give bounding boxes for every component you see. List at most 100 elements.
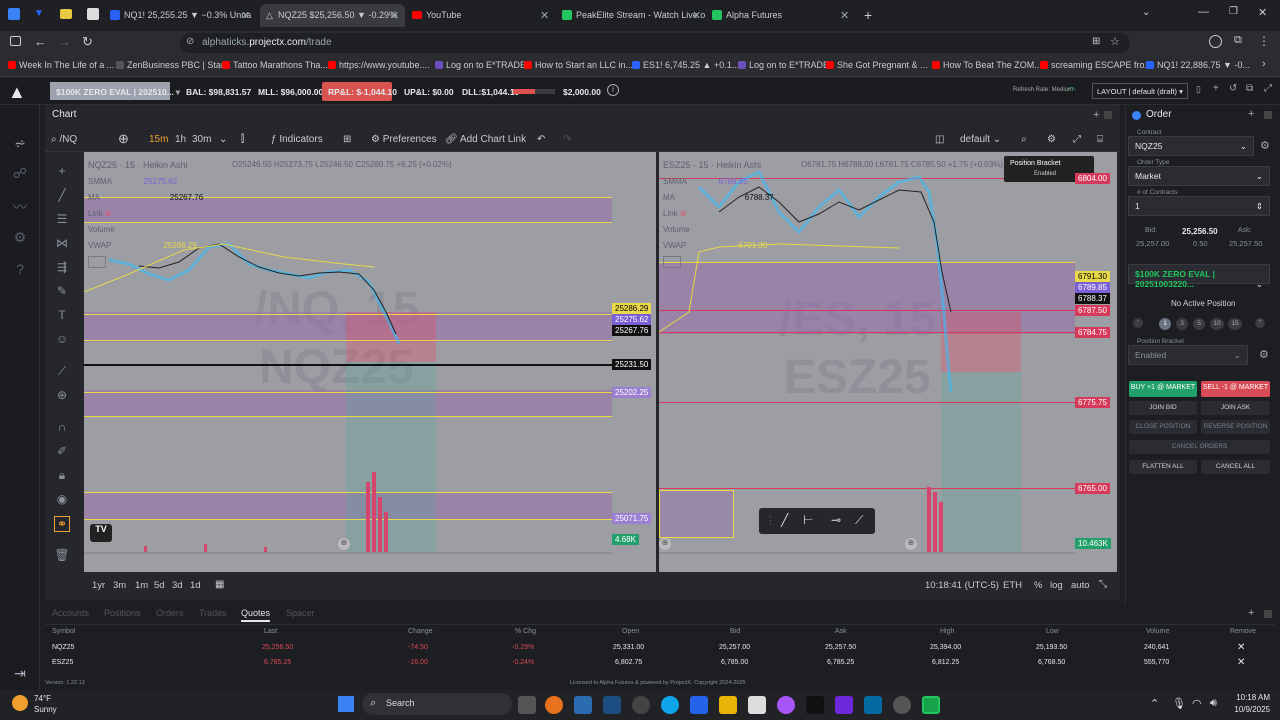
bookmark-item[interactable]: Log on to E*TRADE — [435, 60, 526, 70]
collapse-legend-icon[interactable] — [88, 256, 106, 268]
add-chart-link-button[interactable]: 🔗︎ Add Chart Link — [445, 134, 526, 145]
add-order-panel-icon[interactable]: + — [1248, 108, 1254, 120]
remove-icon[interactable]: ✕ — [1237, 657, 1245, 668]
popout-icon[interactable]: ⧉ — [1246, 83, 1253, 94]
install-icon[interactable]: ⊞ — [1092, 36, 1100, 47]
buy-market-button[interactable]: BUY +1 @ MARKET — [1129, 381, 1197, 397]
flatten-all-button[interactable]: FLATTEN ALL — [1129, 460, 1197, 474]
forward-icon[interactable]: → — [58, 34, 71, 49]
magnet-icon[interactable]: ∩ — [54, 420, 70, 436]
reverse-position-button[interactable]: REVERSE POSITION — [1201, 420, 1270, 434]
info-icon[interactable]: i — [607, 84, 619, 96]
wifi-icon[interactable]: ◠ — [1192, 697, 1202, 710]
volume-icon[interactable]: 🔊︎ — [1210, 697, 1217, 710]
col-pct-change[interactable]: % Chg — [515, 628, 536, 635]
tab-spacer[interactable]: Spacer — [286, 608, 315, 618]
star-icon[interactable]: ☆ — [1110, 35, 1120, 48]
qty-button[interactable]: 3 — [1176, 318, 1188, 330]
collapse-legend-icon[interactable] — [663, 256, 681, 268]
contracts-input[interactable]: 1 ⇕ — [1128, 196, 1270, 216]
range-5d[interactable]: 5d — [154, 580, 165, 591]
explorer-icon[interactable] — [719, 696, 737, 714]
event-marker-icon[interactable]: ⊕ — [659, 538, 671, 550]
chart-settings-icon[interactable]: ⚙ — [1047, 134, 1056, 145]
tab-alpha-futures[interactable]: Alpha Futures ✕ — [712, 4, 857, 27]
bookmark-item[interactable]: ZenBusiness PBC | Star... — [116, 60, 231, 70]
settings-nav-icon[interactable]: ⚙ — [10, 229, 30, 249]
range-1yr[interactable]: 1yr — [92, 580, 105, 591]
teams-icon[interactable] — [835, 696, 853, 714]
screenshot-icon[interactable]: ⌸ — [1097, 134, 1103, 145]
zoom-icon[interactable]: ⊕ — [54, 388, 70, 404]
auto-toggle[interactable]: auto — [1071, 580, 1090, 591]
trendline-icon[interactable]: ╱ — [54, 188, 70, 204]
join-bid-button[interactable]: JOIN BID — [1129, 401, 1197, 415]
chart-nav-icon[interactable]: ⩫ — [10, 135, 30, 155]
pattern-icon[interactable]: ⋈ — [54, 236, 70, 252]
bookmark-item[interactable]: How To Beat The ZOM... — [932, 60, 1042, 70]
interval-1h[interactable]: 1h — [175, 134, 186, 145]
bookmark-item[interactable]: Week In The Life of a ... — [8, 60, 114, 70]
session-toggle[interactable]: ETH — [1003, 580, 1022, 591]
extended-line-icon[interactable]: ⟋ — [855, 513, 863, 528]
bottom-menu-icon[interactable] — [1264, 610, 1272, 618]
add-tab-icon[interactable]: + — [1248, 607, 1254, 619]
percent-toggle[interactable]: % — [1034, 580, 1042, 591]
symbol-search[interactable]: ⌕ /NQ — [51, 134, 77, 145]
close-position-button[interactable]: CLOSE POSITION — [1129, 420, 1197, 434]
quick-search-icon[interactable]: ⌕ — [1021, 134, 1027, 145]
clock-time[interactable]: 10:18 AM — [1228, 693, 1270, 702]
cancel-orders-button[interactable]: CANCEL ORDERS — [1129, 440, 1270, 454]
weather-sun-icon[interactable] — [12, 695, 28, 711]
interval-15m[interactable]: 15m — [149, 134, 168, 145]
sell-market-button[interactable]: SELL -1 @ MARKET — [1201, 381, 1270, 397]
photos-icon[interactable] — [603, 696, 621, 714]
drag-handle-icon[interactable]: ⋮ — [765, 514, 776, 527]
profile-icon[interactable] — [1209, 35, 1222, 48]
active-app-icon[interactable] — [922, 696, 940, 714]
add-layout-icon[interactable]: + — [1213, 83, 1219, 94]
panel-menu-icon[interactable] — [1104, 111, 1112, 119]
site-info-icon[interactable]: ⊘ — [186, 36, 194, 47]
undo-icon[interactable]: ↶ — [537, 134, 545, 145]
tray-overflow-icon[interactable]: ⌃ — [1150, 697, 1159, 710]
tab-nq1[interactable]: NQ1! 25,255.25 ▼ −0.3% Unna ✕ — [110, 4, 258, 27]
decrement-icon[interactable]: - — [1133, 318, 1143, 328]
lock-icon[interactable]: 🔒︎ — [54, 468, 70, 484]
windows-start-icon[interactable] — [338, 696, 354, 712]
qty-button[interactable]: 15 — [1228, 318, 1242, 330]
mic-icon[interactable]: 🎙︎ — [1172, 697, 1186, 710]
notes-icon[interactable] — [748, 696, 766, 714]
interval-30m[interactable]: 30m — [192, 134, 211, 145]
col-high[interactable]: High — [940, 628, 954, 635]
log-toggle[interactable]: log — [1050, 580, 1063, 591]
col-bid[interactable]: Bid — [730, 628, 740, 635]
bookmark-item[interactable]: ES1! 6,745.25 ▲ +0.1... — [632, 60, 739, 70]
emoji-icon[interactable]: ☺ — [54, 332, 70, 348]
close-icon[interactable]: ✕ — [840, 9, 849, 22]
account-selector[interactable]: $100K ZERO EVAL | 202510... ▾ — [50, 82, 180, 100]
event-marker-icon[interactable]: ⊕ — [338, 538, 350, 550]
compare-icon[interactable]: ⊕ — [118, 131, 129, 147]
cancel-all-button[interactable]: CANCEL ALL — [1201, 460, 1270, 474]
settings-icon[interactable] — [632, 696, 650, 714]
app-icon[interactable] — [893, 696, 911, 714]
range-1m[interactable]: 1m — [135, 580, 148, 591]
range-3d[interactable]: 3d — [172, 580, 183, 591]
col-change[interactable]: Change — [408, 628, 433, 635]
remove-icon[interactable]: ✕ — [1237, 642, 1245, 653]
bracket-select[interactable]: Enabled ⌄ — [1128, 345, 1248, 365]
outlook-icon[interactable] — [864, 696, 882, 714]
crosshair-icon[interactable]: + — [54, 164, 70, 180]
preferences-button[interactable]: ⚙ Preferences — [371, 134, 437, 145]
copilot-icon[interactable] — [777, 696, 795, 714]
col-symbol[interactable]: Symbol — [52, 628, 75, 635]
reset-layout-icon[interactable]: ↺ — [1229, 83, 1237, 94]
fullscreen-chart-icon[interactable]: ⤢ — [1073, 134, 1081, 145]
users-nav-icon[interactable]: ☍ — [10, 165, 30, 185]
order-type-select[interactable]: Market ⌄ — [1128, 166, 1270, 186]
reset-scale-icon[interactable]: ⤡ — [1099, 579, 1107, 590]
vscode-icon[interactable] — [690, 696, 708, 714]
taskbar-search[interactable]: ⌕ Search — [362, 693, 512, 715]
tab-quotes[interactable]: Quotes — [241, 608, 271, 622]
